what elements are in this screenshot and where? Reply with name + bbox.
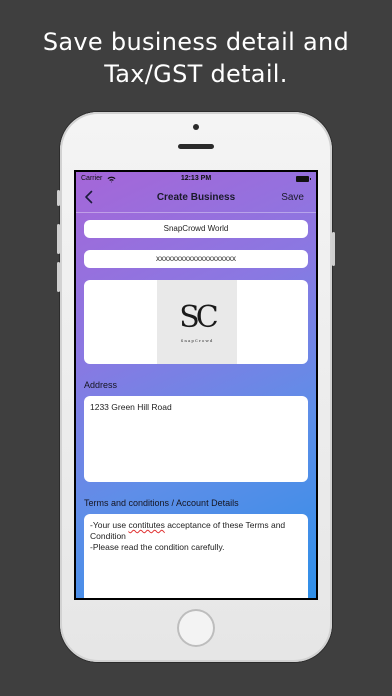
terms-label: Terms and conditions / Account Details [84, 498, 239, 508]
home-button[interactable] [177, 609, 215, 647]
battery-icon [296, 176, 311, 182]
save-button[interactable]: Save [281, 192, 304, 203]
headline-line-2: Tax/GST detail. [104, 60, 288, 88]
status-bar: Carrier 12:13 PM [76, 172, 316, 186]
tax-gst-field[interactable]: xxxxxxxxxxxxxxxxxxxx [84, 250, 308, 268]
mute-switch [57, 190, 60, 206]
terms-textarea[interactable]: -Your use contitutes acceptance of these… [84, 514, 308, 598]
status-time: 12:13 PM [180, 175, 212, 182]
volume-up-button [57, 224, 60, 254]
business-logo-image[interactable]: SC SnapCrowd [157, 280, 237, 364]
power-button [332, 232, 335, 266]
earpiece-speaker [178, 144, 214, 149]
logo-mark: SC [179, 300, 219, 335]
headline-line-1: Save business detail and [42, 28, 350, 56]
terms-line-1: -Your use contitutes acceptance of these… [90, 520, 286, 541]
front-camera [193, 124, 199, 130]
address-label: Address [84, 380, 118, 390]
misspelled-word: contitutes [128, 520, 165, 530]
logo-subtitle: SnapCrowd [180, 338, 214, 343]
address-value: 1233 Green Hill Road [90, 402, 172, 412]
page-title: Create Business [156, 192, 236, 203]
volume-down-button [57, 262, 60, 292]
address-textarea[interactable]: 1233 Green Hill Road [84, 396, 308, 482]
navigation-bar: Create Business Save [76, 186, 316, 213]
terms-line-2: -Please read the condition carefully. [90, 542, 225, 552]
business-name-field[interactable]: SnapCrowd World [84, 220, 308, 238]
phone-screen: Carrier 12:13 PM Create Business Save Sn… [74, 170, 318, 600]
logo-picker[interactable]: SC SnapCrowd [84, 280, 308, 364]
app-view: Carrier 12:13 PM Create Business Save Sn… [76, 172, 316, 598]
headline: Save business detail and Tax/GST detail. [0, 26, 392, 90]
phone-frame: Carrier 12:13 PM Create Business Save Sn… [57, 112, 335, 662]
